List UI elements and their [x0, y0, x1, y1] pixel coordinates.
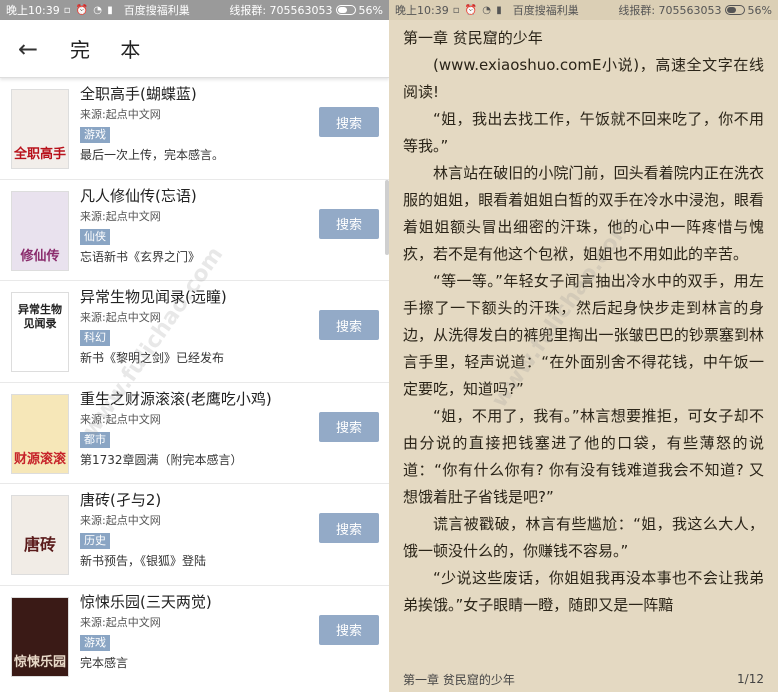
book-cover: 修仙传	[11, 190, 69, 271]
book-list-item[interactable]: 惊悚乐园 惊悚乐园(三天两觉) 来源:起点中文网 游戏 完本感言 搜索	[0, 586, 389, 688]
status-app-text: 百度搜福利巢	[123, 4, 190, 17]
book-list-item[interactable]: 修仙传 凡人修仙传(忘语) 来源:起点中文网 仙侠 忘语新书《玄界之门》 搜索	[0, 180, 389, 281]
reader-screen[interactable]: 晚上10:39 ▫ ⏰ ◔ ▮ 百度搜福利巢 线报群: 705563053 56…	[389, 0, 778, 692]
cover-title: 修仙传	[20, 248, 60, 264]
book-source: 来源:起点中文网	[80, 209, 161, 223]
status-time: 晚上10:39	[6, 4, 60, 17]
book-list-item[interactable]: 财源滚滚 重生之财源滚滚(老鹰吃小鸡) 来源:起点中文网 都市 第1732章圆满…	[0, 383, 389, 484]
book-source: 来源:起点中文网	[80, 311, 161, 324]
genre-tag: 游戏	[80, 127, 110, 143]
cover-title: 全职高手	[14, 147, 67, 162]
genre-tag: 科幻	[80, 330, 110, 346]
book-title: 唐砖(孑与2)	[80, 491, 162, 509]
reader-paragraph: “姐，不用了，我有。”林言想要推拒，可女子却不由分说的直接把钱塞进了他的口袋，有…	[403, 407, 764, 506]
page-indicator: 1/12	[737, 672, 764, 686]
book-cover: 唐砖	[11, 495, 69, 575]
genre-tag: 都市	[80, 431, 110, 448]
book-title: 惊悚乐园(三天两觉)	[80, 592, 212, 611]
book-cover: 财源滚滚	[11, 393, 69, 474]
reader-content: 第一章 贫民窟的少年 (www.exiaoshuo.comE小说)，高速全文字在…	[389, 20, 778, 619]
cover-title: 唐砖	[23, 535, 56, 554]
status-qq-text: 线报群: 705563053	[229, 4, 333, 17]
cover-title: 财源滚滚	[14, 451, 67, 467]
reader-paragraph: 林言站在破旧的小院门前，回头看着院内正在洗衣服的姐姐，眼看着姐姐白皙的双手在冷水…	[403, 164, 764, 263]
book-latest-update: 最后一次上传，完本感言。	[80, 148, 225, 162]
reader-paragraph: “等一等。”年轻女子闻言抽出冷水中的双手，用左手擦了一下额头的汗珠，然后起身快步…	[403, 272, 764, 398]
status-battery: 56%	[747, 3, 772, 17]
battery-icon	[724, 5, 745, 15]
book-cover: 异常生物见闻录	[11, 292, 69, 372]
book-cover: 惊悚乐园	[11, 596, 69, 677]
search-button[interactable]: 搜索	[319, 107, 379, 137]
book-title: 全职高手(蝴蝶蓝)	[80, 85, 197, 103]
book-list-item[interactable]: 异常生物见闻录 异常生物见闻录(远瞳) 来源:起点中文网 科幻 新书《黎明之剑》…	[0, 281, 389, 383]
book-source: 来源:起点中文网	[80, 412, 161, 426]
book-list-item[interactable]: 全职高手 全职高手(蝴蝶蓝) 来源:起点中文网 游戏 最后一次上传，完本感言。 …	[0, 78, 389, 180]
genre-tag: 历史	[80, 533, 110, 549]
reader-footer: 第一章 贫民窟的少年 1/12	[389, 666, 778, 692]
genre-tag: 仙侠	[80, 228, 110, 245]
book-cover: 全职高手	[11, 89, 69, 169]
book-list: 全职高手 全职高手(蝴蝶蓝) 来源:起点中文网 游戏 最后一次上传，完本感言。 …	[0, 78, 389, 687]
back-arrow-icon[interactable]: ←	[0, 20, 56, 78]
reader-paragraph: 谎言被戳破，林言有些尴尬：“姐，我这么大人，饿一顿没什么的，你赚钱不容易。”	[403, 515, 764, 560]
book-latest-update: 完本感言	[80, 655, 129, 670]
search-button[interactable]: 搜索	[319, 310, 379, 340]
book-source: 来源:起点中文网	[80, 514, 161, 527]
status-app-text: 百度搜福利巢	[512, 4, 579, 17]
book-title: 凡人修仙传(忘语)	[80, 186, 197, 205]
status-battery: 56%	[358, 3, 383, 17]
book-list-item[interactable]: 唐砖 唐砖(孑与2) 来源:起点中文网 历史 新书预告，《银狐》登陆 搜索	[0, 484, 389, 586]
search-button[interactable]: 搜索	[319, 513, 379, 543]
book-title: 异常生物见闻录(远瞳)	[80, 288, 227, 306]
page-title: 完 本	[70, 38, 153, 62]
genre-tag: 游戏	[80, 634, 110, 651]
search-button[interactable]: 搜索	[319, 208, 379, 239]
book-latest-update: 忘语新书《玄界之门》	[80, 249, 201, 264]
reader-paragraph: (www.exiaoshuo.comE小说)，高速全文字在线阅读!	[403, 56, 764, 101]
cover-title: 惊悚乐园	[14, 654, 67, 670]
status-bar: 晚上10:39 ▫ ⏰ ◔ ▮ 百度搜福利巢 线报群: 705563053 56…	[0, 0, 389, 20]
status-bar: 晚上10:39 ▫ ⏰ ◔ ▮ 百度搜福利巢 线报群: 705563053 56…	[389, 0, 778, 20]
cover-title: 异常生物见闻录	[18, 303, 62, 330]
footer-chapter-title: 第一章 贫民窟的少年	[403, 672, 515, 687]
reader-paragraph: “姐，我出去找工作，午饭就不回来吃了，你不用等我。”	[403, 110, 764, 155]
book-source: 来源:起点中文网	[80, 108, 161, 121]
book-source: 来源:起点中文网	[80, 615, 161, 629]
book-latest-update: 第1732章圆满（附完本感言）	[80, 452, 243, 467]
status-time: 晚上10:39	[395, 4, 449, 17]
status-qq-text: 线报群: 705563053	[618, 4, 722, 17]
notification-icons: ▫ ⏰ ◔ ▮	[452, 4, 503, 16]
app-bar: ← 完 本	[0, 20, 389, 78]
chapter-title: 第一章 贫民窟的少年	[403, 29, 543, 47]
notification-icons: ▫ ⏰ ◔ ▮	[63, 4, 114, 16]
search-button[interactable]: 搜索	[319, 614, 379, 645]
battery-icon	[335, 5, 356, 15]
reader-paragraph: “少说这些废话，你姐姐我再没本事也不会让我弟弟挨饿。”女子眼睛一瞪，随即又是一阵…	[403, 569, 764, 614]
search-button[interactable]: 搜索	[319, 411, 379, 442]
book-title: 重生之财源滚滚(老鹰吃小鸡)	[80, 389, 272, 408]
book-latest-update: 新书预告，《银狐》登陆	[80, 554, 207, 568]
book-latest-update: 新书《黎明之剑》已经发布	[80, 351, 225, 365]
book-list-screen: 晚上10:39 ▫ ⏰ ◔ ▮ 百度搜福利巢 线报群: 705563053 56…	[0, 0, 389, 692]
